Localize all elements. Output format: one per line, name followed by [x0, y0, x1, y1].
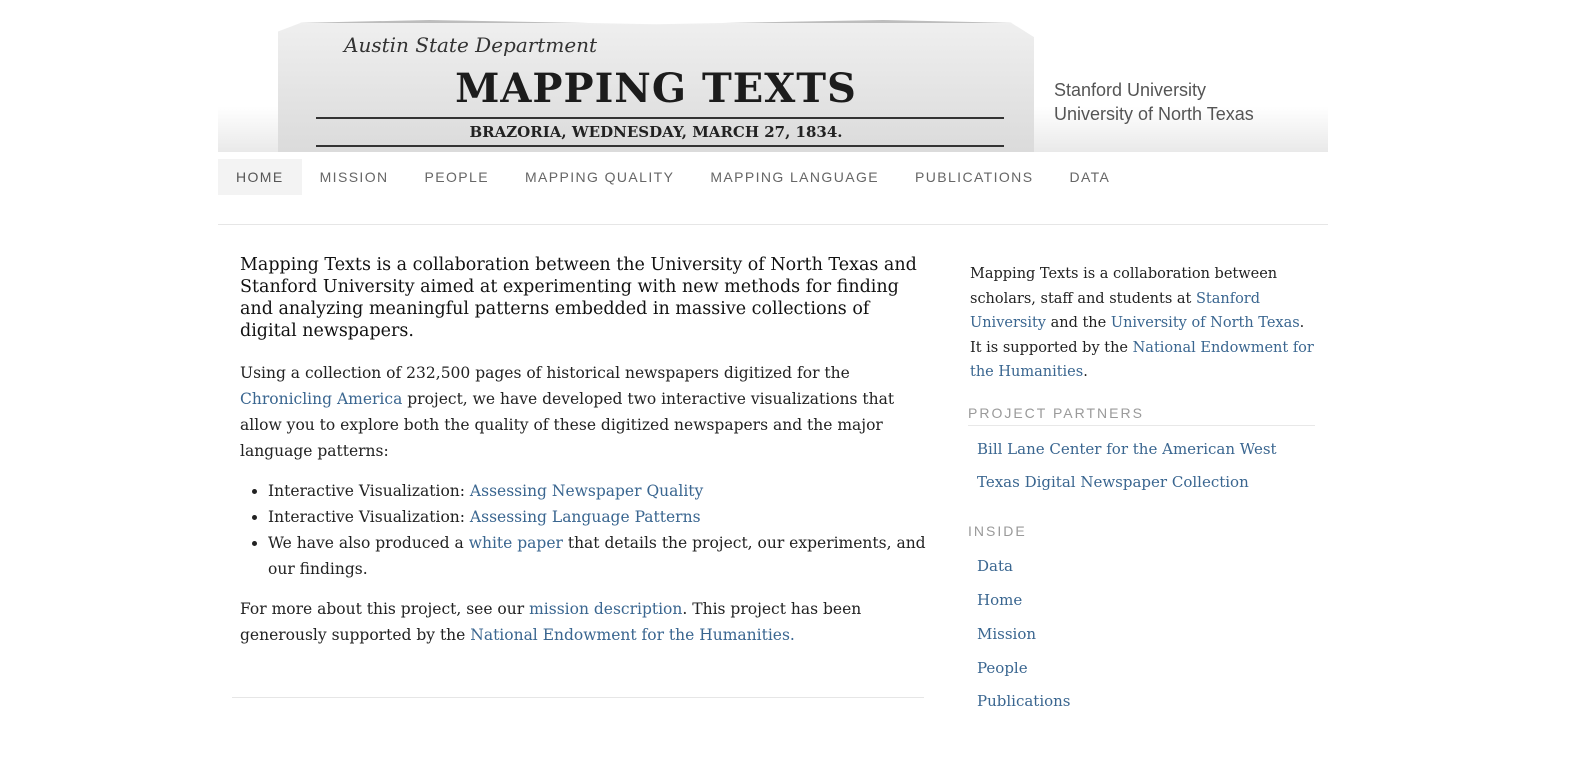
- text: We have also produced a: [268, 534, 469, 552]
- main-nav: HOME MISSION PEOPLE MAPPING QUALITY MAPP…: [218, 152, 1328, 225]
- banner-rule-top: [316, 117, 1004, 119]
- list-item: Interactive Visualization: Assessing Lan…: [268, 504, 930, 530]
- nav-mapping-language[interactable]: MAPPING LANGUAGE: [692, 159, 897, 195]
- nav-publications[interactable]: PUBLICATIONS: [897, 159, 1051, 195]
- mission-description-link[interactable]: mission description: [529, 600, 682, 618]
- partner-bill-lane-center: Bill Lane Center for the American West: [977, 438, 1315, 460]
- inside-mission-link[interactable]: Mission: [977, 625, 1036, 643]
- nav-mission[interactable]: MISSION: [302, 159, 407, 195]
- list-item: We have also produced a white paper that…: [268, 530, 930, 582]
- sidebar: Mapping Texts is a collaboration between…: [968, 262, 1315, 742]
- newspaper-banner-image: Austin State Department MAPPING TEXTS BR…: [278, 20, 1034, 152]
- list-item: Home: [977, 589, 1315, 611]
- content-divider: [232, 697, 924, 698]
- neh-link[interactable]: National Endowment for the Humanities.: [470, 626, 795, 644]
- text: Using a collection of 232,500 pages of h…: [240, 364, 850, 382]
- inside-home-link[interactable]: Home: [977, 591, 1022, 609]
- partner-texas-digital-newspaper: Texas Digital Newspaper Collection: [977, 471, 1315, 493]
- nav-people[interactable]: PEOPLE: [407, 159, 507, 195]
- inside-people-link[interactable]: People: [977, 659, 1028, 677]
- site-logo-title: MAPPING TEXTS: [455, 65, 857, 112]
- visualizations-paragraph: Using a collection of 232,500 pages of h…: [240, 360, 930, 464]
- nav-home[interactable]: HOME: [218, 159, 302, 195]
- white-paper-link[interactable]: white paper: [469, 534, 563, 552]
- list-item: People: [977, 657, 1315, 679]
- institution-names: Stanford University University of North …: [1054, 78, 1254, 126]
- partners-list: Bill Lane Center for the American West T…: [970, 438, 1315, 494]
- text: .: [1083, 364, 1088, 380]
- inside-heading: INSIDE: [968, 523, 1027, 540]
- project-partners-heading: PROJECT PARTNERS: [968, 405, 1315, 426]
- main-content: Mapping Texts is a collaboration between…: [240, 254, 930, 662]
- nav-data[interactable]: DATA: [1051, 159, 1128, 195]
- nav-mapping-quality[interactable]: MAPPING QUALITY: [507, 159, 692, 195]
- text: Interactive Visualization:: [268, 508, 470, 526]
- list-item: Interactive Visualization: Assessing New…: [268, 478, 930, 504]
- intro-lead: Mapping Texts is a collaboration between…: [240, 255, 917, 341]
- banner-dateline: BRAZORIA, WEDNESDAY, MARCH 27, 1834.: [469, 123, 843, 141]
- chronicling-america-link[interactable]: Chronicling America: [240, 390, 402, 408]
- inside-list: Data Home Mission People Publications: [970, 555, 1315, 712]
- highlights-list: Interactive Visualization: Assessing New…: [240, 478, 930, 582]
- list-item: Mission: [977, 623, 1315, 645]
- text: and the: [1046, 315, 1111, 331]
- mission-paragraph: For more about this project, see our mis…: [240, 596, 930, 648]
- page: Austin State Department MAPPING TEXTS BR…: [218, 0, 1328, 773]
- language-patterns-link[interactable]: Assessing Language Patterns: [470, 508, 701, 526]
- institution-stanford: Stanford University: [1054, 80, 1207, 100]
- site-header: Austin State Department MAPPING TEXTS BR…: [218, 0, 1328, 152]
- text: For more about this project, see our: [240, 600, 530, 618]
- inside-publications-link[interactable]: Publications: [977, 692, 1071, 710]
- texas-digital-newspaper-link[interactable]: Texas Digital Newspaper Collection: [977, 473, 1249, 491]
- newspaper-quality-link[interactable]: Assessing Newspaper Quality: [470, 482, 703, 500]
- text: Interactive Visualization:: [268, 482, 470, 500]
- list-item: Data: [977, 555, 1315, 577]
- unt-link[interactable]: University of North Texas: [1111, 315, 1300, 331]
- sidebar-intro: Mapping Texts is a collaboration between…: [970, 262, 1315, 385]
- banner-handwriting: Austin State Department: [344, 33, 598, 57]
- inside-data-link[interactable]: Data: [977, 557, 1013, 575]
- list-item: Publications: [977, 690, 1315, 712]
- banner-rule-bottom: [316, 145, 1004, 147]
- institution-unt: University of North Texas: [1054, 104, 1254, 124]
- bill-lane-center-link[interactable]: Bill Lane Center for the American West: [977, 440, 1277, 458]
